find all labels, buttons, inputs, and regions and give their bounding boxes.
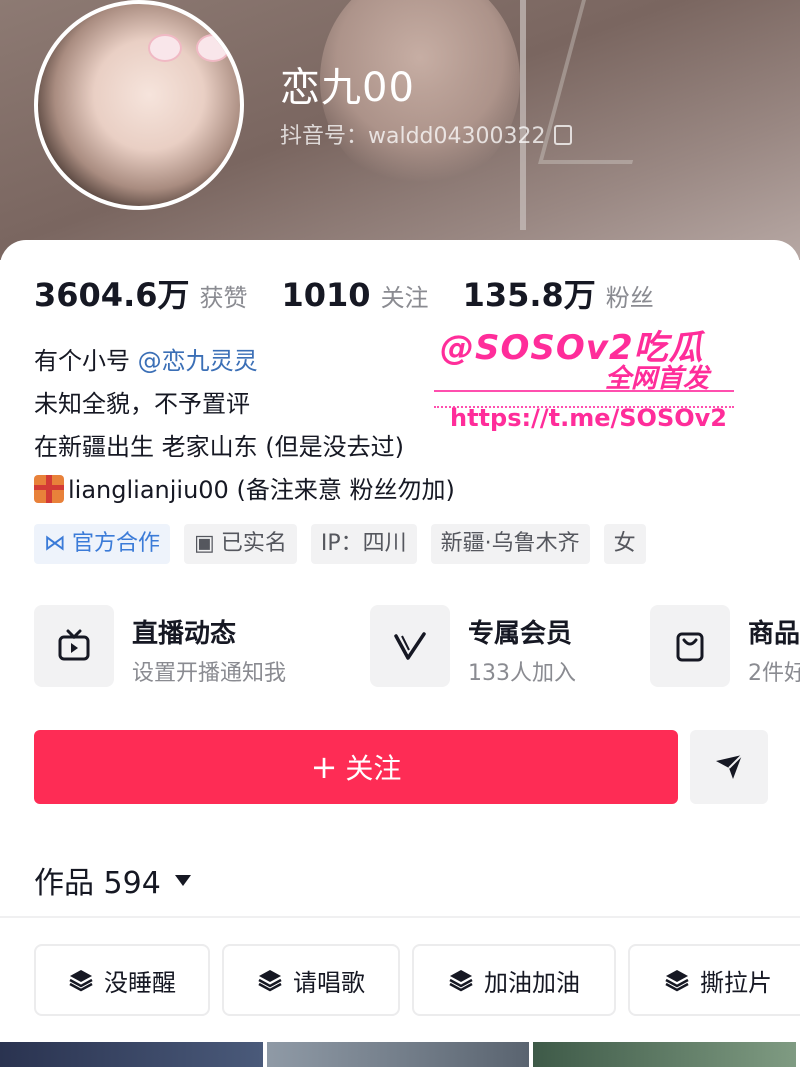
stats-row: 3604.6万 获赞 1010 关注 135.8万 粉丝 [34,270,688,316]
bio-line-3: 在新疆出生 老家山东 (但是没去过) [34,433,404,461]
layers-icon [665,970,689,992]
feature-cards: 直播动态 设置开播通知我 专属会员 133人加入 商品 2件好 [34,605,800,695]
feature-live-title: 直播动态 [132,619,237,649]
tag-ip: IP：四川 [310,524,417,564]
stat-followers-value: 135.8万 [462,276,596,314]
bio-mention-link[interactable]: @恋九灵灵 [138,347,258,375]
feature-products[interactable]: 商品 2件好 [650,605,800,689]
watermark-url: https://t.me/SOSOv2 [450,404,727,432]
bio-line-4: lianglianjiu00 (备注来意 粉丝勿加) [34,469,455,512]
works-tab[interactable]: 作品 594 [34,858,191,902]
stat-likes-value: 3604.6万 [34,276,190,314]
plus-icon: + [310,748,338,786]
tag-location: 新疆·乌鲁木齐 [430,524,590,564]
tag-gender: 女 [603,524,646,564]
feature-membership[interactable]: 专属会员 133人加入 [370,605,640,689]
layers-icon [69,970,93,992]
stat-followers[interactable]: 135.8万 粉丝 [463,270,654,316]
layers-icon [449,970,473,992]
bunny-ear-right [196,34,230,62]
avatar[interactable] [34,0,244,210]
bio: 有个小号 @恋九灵灵 未知全貌，不予置评 在新疆出生 老家山东 (但是没去过) … [34,340,455,512]
collection-chip[interactable]: 没睡醒 [34,944,210,1016]
douyin-id-text: 抖音号：waldd04300322 [280,124,546,149]
collection-label: 请唱歌 [293,968,365,997]
collections-row: 没睡醒 请唱歌 加油加油 撕拉片 [34,944,800,1018]
feature-membership-title: 专属会员 [468,619,573,649]
tv-icon [34,605,114,687]
video-thumbnail[interactable] [0,1042,263,1067]
id-card-icon: ▣ [194,531,215,556]
tag-verified[interactable]: ▣ 已实名 [184,524,297,564]
collection-label: 撕拉片 [700,968,772,997]
feature-membership-sub: 133人加入 [468,661,576,686]
shopping-bag-icon [650,605,730,687]
douyin-id-row[interactable]: 抖音号：waldd04300322 [280,118,572,150]
watermark: @SOSOv2吃瓜 全网首发 https://t.me/SOSOv2 [430,320,770,440]
collection-chip[interactable]: 加油加油 [412,944,616,1016]
tag-row: ⋈ 官方合作 ▣ 已实名 IP：四川 新疆·乌鲁木齐 女 [34,524,660,564]
background-lamp-pole [520,0,526,230]
stat-following[interactable]: 1010 关注 [282,276,429,314]
v-membership-icon [370,605,450,687]
stat-following-label: 关注 [380,284,429,312]
gift-icon [34,475,64,503]
feature-live-sub: 设置开播通知我 [132,661,287,686]
bio-line-2: 未知全貌，不予置评 [34,390,250,418]
stat-likes-label: 获赞 [199,284,248,312]
stat-following-value: 1010 [281,276,371,314]
bio-line-4-text: lianglianjiu00 (备注来意 粉丝勿加) [68,476,455,504]
feature-products-sub: 2件好 [748,661,800,686]
follow-button-label: 关注 [345,752,402,785]
feature-products-title: 商品 [748,619,800,649]
works-label: 作品 594 [34,866,161,901]
video-thumbnail[interactable] [266,1042,530,1067]
send-arrow-icon [716,754,743,779]
feature-live[interactable]: 直播动态 设置开播通知我 [34,605,354,689]
layers-icon [258,970,282,992]
tag-official-label: 官方合作 [72,531,161,556]
bunny-ear-left [148,34,182,62]
collection-chip[interactable]: 撕拉片 [628,944,800,1016]
stat-likes[interactable]: 3604.6万 获赞 [34,270,248,316]
copy-icon[interactable] [553,125,572,145]
profile-card: 3604.6万 获赞 1010 关注 135.8万 粉丝 有个小号 @恋九灵灵 … [0,240,800,1067]
collection-label: 没睡醒 [104,968,176,997]
bio-line-1: 有个小号 @恋九灵灵 [34,340,455,383]
collection-chip[interactable]: 请唱歌 [222,944,400,1016]
tag-verified-label: 已实名 [220,531,287,556]
bio-line-1-text: 有个小号 [34,347,130,375]
divider [0,916,800,918]
video-thumbnail[interactable] [533,1042,797,1067]
handshake-icon: ⋈ [44,531,66,556]
profile-name: 恋九00 [280,65,415,111]
collection-label: 加油加油 [484,968,580,997]
follow-button[interactable]: + 关注 [34,730,678,804]
tag-official-cooperation[interactable]: ⋈ 官方合作 [34,524,171,564]
send-message-button[interactable] [690,730,768,804]
video-grid-preview [0,1042,800,1067]
stat-followers-label: 粉丝 [605,284,654,312]
caret-down-icon [174,874,191,886]
